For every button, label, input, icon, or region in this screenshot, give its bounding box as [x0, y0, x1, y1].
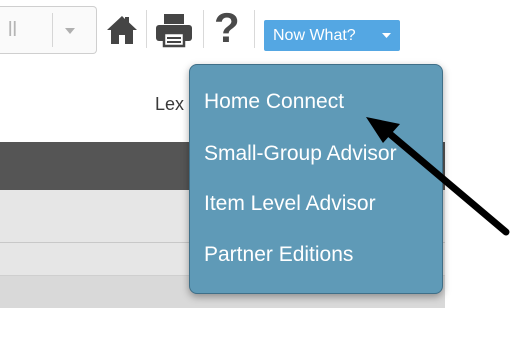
menu-item-partner-editions[interactable]: Partner Editions [204, 240, 353, 270]
filter-select[interactable]: ll [0, 6, 97, 54]
menu-item-small-group-advisor[interactable]: Small-Group Advisor [204, 139, 397, 169]
home-icon[interactable] [103, 11, 141, 49]
menu-item-home-connect[interactable]: Home Connect [204, 87, 344, 117]
select-divider [52, 13, 53, 47]
toolbar-separator [254, 10, 255, 48]
menu-item-item-level-advisor[interactable]: Item Level Advisor [204, 189, 376, 219]
select-value: ll [8, 19, 17, 41]
chevron-down-icon [65, 28, 75, 34]
print-icon[interactable] [153, 11, 195, 49]
toolbar-separator [203, 10, 204, 48]
now-what-menu: Home Connect Small-Group Advisor Item Le… [189, 64, 443, 294]
header-label: Lex [155, 94, 185, 114]
help-icon[interactable]: ? [214, 4, 240, 52]
now-what-label: Now What? [273, 27, 356, 44]
caret-down-icon [382, 33, 391, 38]
toolbar-separator [146, 10, 147, 48]
now-what-button[interactable]: Now What? [264, 20, 400, 51]
